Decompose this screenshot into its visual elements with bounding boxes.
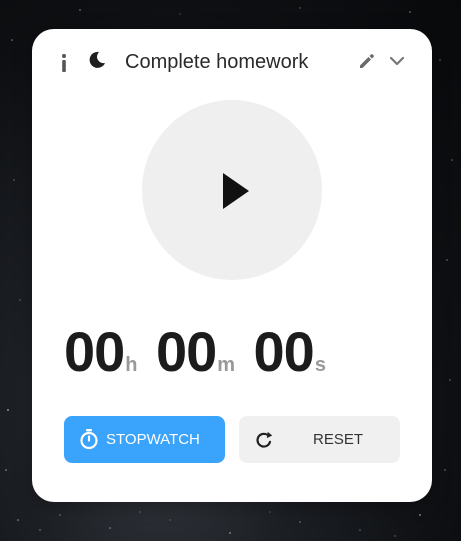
task-title: Complete homework [125, 51, 309, 73]
hours-unit: h [125, 354, 138, 376]
minutes-segment: 00m [156, 319, 235, 384]
reset-icon [256, 431, 273, 448]
reset-label: RESET [313, 431, 364, 448]
hours-segment: 00h [64, 319, 138, 384]
play-button[interactable] [142, 100, 322, 280]
timer-card: Complete homework 00h 00m 00s STOPWATCH … [32, 29, 432, 502]
minutes-unit: m [217, 354, 236, 376]
stopwatch-label: STOPWATCH [106, 431, 200, 448]
seconds-unit: s [314, 354, 326, 376]
info-icon[interactable] [58, 53, 70, 73]
stopwatch-button[interactable]: STOPWATCH [64, 416, 225, 463]
pencil-icon[interactable] [358, 52, 376, 70]
stopwatch-icon [80, 429, 98, 450]
seconds-value: 00 [253, 320, 315, 383]
play-icon [223, 173, 249, 209]
minutes-value: 00 [155, 320, 217, 383]
card-header: Complete homework [32, 29, 432, 99]
moon-icon[interactable] [88, 51, 106, 69]
time-display: 00h 00m 00s [64, 319, 340, 383]
seconds-segment: 00s [254, 319, 326, 384]
chevron-down-icon[interactable] [389, 55, 405, 67]
reset-button[interactable]: RESET [239, 416, 400, 463]
hours-value: 00 [64, 320, 125, 383]
